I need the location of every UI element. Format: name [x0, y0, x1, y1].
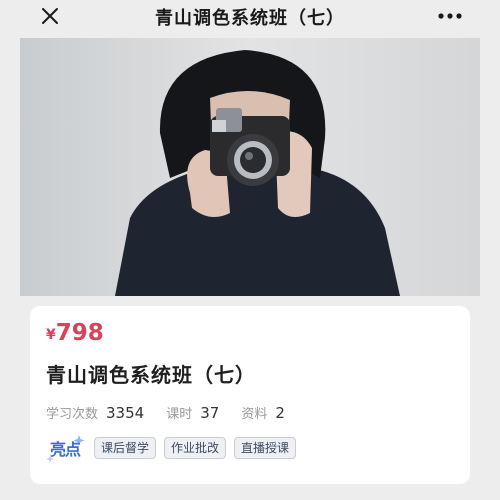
- course-price: ¥798: [46, 320, 104, 346]
- stat-label-materials: 资料: [241, 407, 268, 422]
- more-dots-icon[interactable]: [435, 4, 465, 28]
- stat-value-study-count: 3354: [106, 404, 145, 422]
- course-info-card: ¥798 青山调色系统班（七） 学习次数 3354 课时 37 资料 2 亮点 …: [30, 306, 470, 484]
- highlight-label: 亮点: [50, 440, 81, 459]
- course-cover-image: [20, 38, 480, 296]
- price-currency: ¥: [46, 327, 56, 343]
- top-navbar: 青山调色系统班（七）: [0, 0, 500, 33]
- course-title: 青山调色系统班（七）: [46, 363, 256, 387]
- page-title: 青山调色系统班（七）: [155, 8, 345, 29]
- course-highlights: 亮点 课后督学 作业批改 直播授课: [46, 433, 304, 463]
- stat-value-lessons: 37: [200, 404, 220, 422]
- course-stats: 学习次数 3354 课时 37 资料 2: [46, 403, 285, 422]
- stat-label-study-count: 学习次数: [46, 407, 99, 422]
- price-value: 798: [55, 320, 104, 346]
- stat-label-lessons: 课时: [166, 407, 193, 422]
- course-detail-page: 青山调色系统班（七） ¥798 青山调色系统班（七） 学习次数 3354 课时 …: [0, 0, 500, 500]
- tag-after-class-supervision: 课后督学: [94, 437, 157, 459]
- tag-homework-correction: 作业批改: [164, 437, 227, 459]
- stat-value-materials: 2: [275, 404, 285, 422]
- tag-live-teaching: 直播授课: [234, 437, 297, 459]
- sparkle-icon: 亮点: [46, 433, 86, 463]
